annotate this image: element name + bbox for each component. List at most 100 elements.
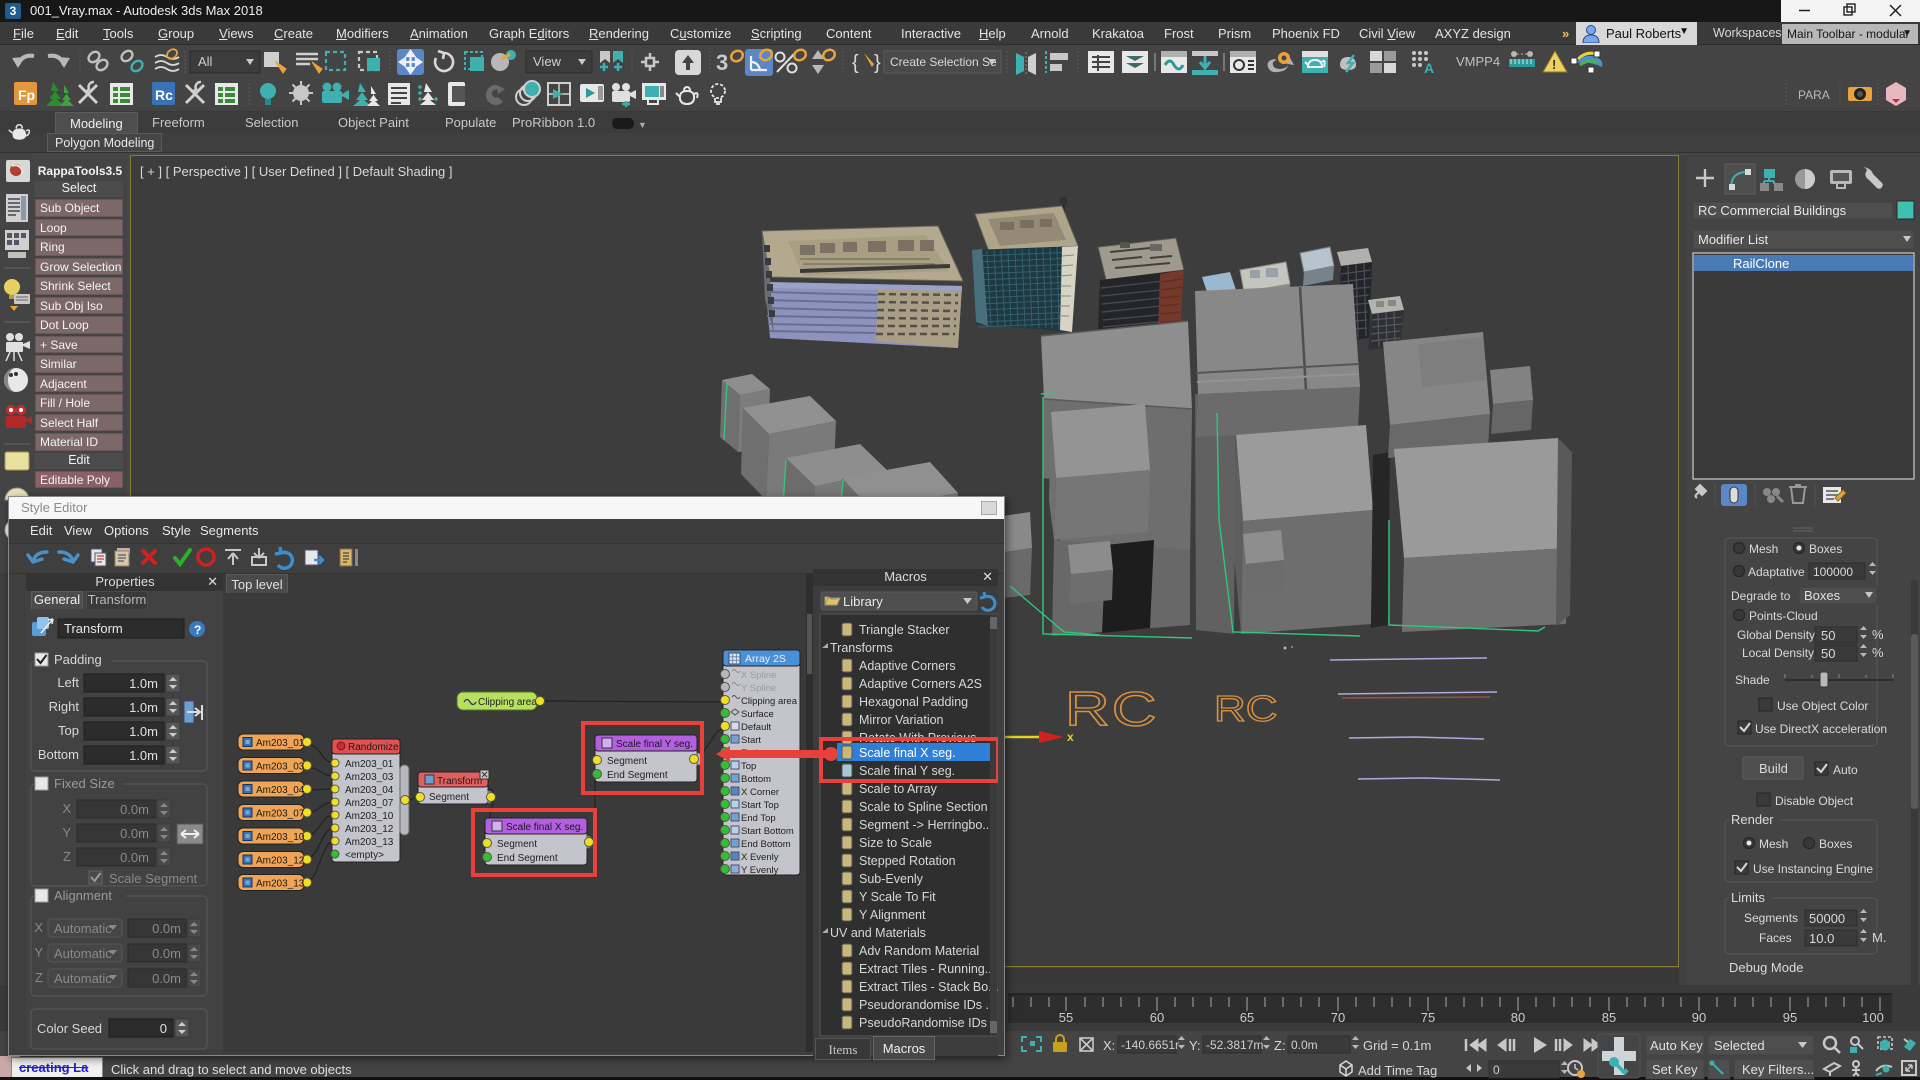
svg-text:0.0m: 0.0m — [120, 850, 149, 865]
svg-text:Use DirectX acceleration: Use DirectX acceleration — [1755, 722, 1887, 736]
svg-text:0: 0 — [160, 1021, 167, 1036]
svg-text:X:: X: — [1103, 1038, 1115, 1053]
svg-text:Sub-Evenly: Sub-Evenly — [859, 872, 924, 886]
svg-text:55: 55 — [1059, 1010, 1073, 1025]
svg-text:%: % — [1872, 627, 1884, 642]
svg-text:1.0m: 1.0m — [129, 700, 158, 715]
svg-text:End Bottom: End Bottom — [741, 839, 791, 850]
svg-text:Am203_04: Am203_04 — [256, 785, 305, 796]
svg-text:Modifier List: Modifier List — [1698, 232, 1768, 247]
svg-text:Surface: Surface — [741, 709, 774, 720]
svg-text:Am203_07: Am203_07 — [256, 809, 305, 820]
svg-text:Auto Key: Auto Key — [1650, 1038, 1703, 1053]
svg-text:Scale Segment: Scale Segment — [109, 871, 198, 886]
svg-text:Auto: Auto — [1833, 763, 1858, 777]
svg-text:Top: Top — [741, 761, 756, 772]
svg-text:1.0m: 1.0m — [129, 676, 158, 691]
svg-text:65: 65 — [1240, 1010, 1254, 1025]
svg-text:X: X — [62, 801, 71, 816]
svg-text:Am203_04: Am203_04 — [345, 785, 394, 796]
svg-text:Global Density: Global Density — [1737, 628, 1815, 642]
svg-text:75: 75 — [1421, 1010, 1435, 1025]
svg-text:Shade: Shade — [1735, 673, 1770, 687]
svg-text:Adaptive Corners A2S: Adaptive Corners A2S — [859, 677, 982, 691]
svg-text:0.0m: 0.0m — [152, 946, 181, 961]
svg-text:Scale final Y seg.: Scale final Y seg. — [859, 764, 955, 778]
svg-text:Z:: Z: — [1274, 1038, 1286, 1053]
svg-text:%: % — [1872, 645, 1884, 660]
svg-text:Boxes: Boxes — [1819, 837, 1852, 851]
svg-text:Segment: Segment — [497, 839, 537, 850]
svg-text:Am203_12: Am203_12 — [256, 856, 305, 867]
svg-text:Am203_13: Am203_13 — [345, 837, 394, 848]
svg-text:Am203_13: Am203_13 — [256, 879, 305, 890]
svg-text:Randomize: Randomize — [348, 742, 399, 753]
svg-text:Transforms: Transforms — [830, 641, 893, 655]
svg-text:Local Density: Local Density — [1742, 646, 1814, 660]
svg-text:Start Top: Start Top — [741, 800, 779, 811]
svg-text:Am203_10: Am203_10 — [345, 811, 394, 822]
svg-text:Render: Render — [1731, 812, 1774, 827]
svg-text:90: 90 — [1692, 1010, 1706, 1025]
svg-text:Pseudorandomise IDs ...: Pseudorandomise IDs ... — [859, 998, 996, 1012]
svg-text:Set Key: Set Key — [1652, 1062, 1698, 1077]
svg-text:}: } — [874, 52, 881, 74]
svg-text:Bottom: Bottom — [38, 747, 79, 762]
svg-text:RailClone: RailClone — [1733, 256, 1789, 271]
svg-text:A: A — [1424, 60, 1434, 76]
svg-text:X Spline: X Spline — [741, 670, 776, 681]
svg-text:Am203_10: Am203_10 — [256, 832, 305, 843]
svg-text:Segment -> Herringbo...: Segment -> Herringbo... — [859, 818, 993, 832]
svg-text:85: 85 — [1602, 1010, 1616, 1025]
svg-text:Mirror Variation: Mirror Variation — [859, 713, 944, 727]
svg-text:Am203_01: Am203_01 — [345, 759, 394, 770]
svg-text:Y: Y — [62, 825, 71, 840]
svg-text:Grid = 0.1m: Grid = 0.1m — [1363, 1038, 1431, 1053]
svg-text:Boxes: Boxes — [1809, 542, 1842, 556]
svg-text:Extract Tiles - Stack Bo...: Extract Tiles - Stack Bo... — [859, 980, 998, 994]
svg-text:Segment: Segment — [429, 792, 469, 803]
svg-text:Extract Tiles - Running...: Extract Tiles - Running... — [859, 962, 995, 976]
svg-text:Y Spline: Y Spline — [741, 683, 776, 694]
svg-text:End: End — [741, 748, 758, 759]
svg-text:Boxes: Boxes — [1804, 588, 1841, 603]
svg-text:Start Bottom: Start Bottom — [741, 826, 794, 837]
svg-text:Clipping area: Clipping area — [741, 696, 798, 707]
svg-text:Adv Random Material: Adv Random Material — [859, 944, 979, 958]
svg-text:Am203_03: Am203_03 — [345, 772, 394, 783]
svg-text:0.0m: 0.0m — [152, 921, 181, 936]
svg-text:Am203_03: Am203_03 — [256, 762, 305, 773]
svg-text:RC: RC — [1214, 688, 1278, 728]
svg-text:Z: Z — [63, 849, 71, 864]
svg-text:x: x — [1067, 730, 1074, 744]
svg-text:Adaptative: Adaptative — [1748, 565, 1805, 579]
svg-text:Scale final Y seg.: Scale final Y seg. — [616, 739, 693, 750]
svg-text:Size to Scale: Size to Scale — [859, 836, 932, 850]
svg-text:Scale to Array: Scale to Array — [859, 782, 938, 796]
svg-text:Points-Cloud: Points-Cloud — [1749, 609, 1818, 623]
svg-text:X Evenly: X Evenly — [741, 852, 779, 863]
svg-text:Padding: Padding — [54, 652, 102, 667]
svg-text:Scale final X seg.: Scale final X seg. — [859, 746, 956, 760]
svg-text:3: 3 — [716, 50, 728, 75]
svg-text:Z: Z — [35, 970, 43, 985]
svg-text:100000: 100000 — [1813, 565, 1853, 579]
svg-text:Hexagonal Padding: Hexagonal Padding — [859, 695, 968, 709]
svg-text:Am203_07: Am203_07 — [345, 798, 394, 809]
svg-text:X Corner: X Corner — [741, 787, 779, 798]
svg-text:Bottom: Bottom — [741, 774, 771, 785]
svg-text:RC Commercial Buildings: RC Commercial Buildings — [1698, 203, 1847, 218]
svg-text:Mesh: Mesh — [1759, 837, 1788, 851]
svg-text:Default: Default — [741, 722, 771, 733]
svg-text:-140.6651r: -140.6651r — [1121, 1038, 1179, 1052]
svg-text:End Top: End Top — [741, 813, 776, 824]
svg-text:End Segment: End Segment — [607, 770, 668, 781]
svg-text:-52.3817m: -52.3817m — [1206, 1038, 1263, 1052]
svg-text:60: 60 — [1150, 1010, 1164, 1025]
svg-text:Faces: Faces — [1759, 931, 1792, 945]
svg-text:Color Seed: Color Seed — [37, 1021, 102, 1036]
svg-text:50: 50 — [1821, 646, 1835, 661]
svg-text:Top: Top — [58, 723, 79, 738]
svg-text:{: { — [852, 52, 859, 74]
svg-text:Y: Y — [34, 945, 43, 960]
